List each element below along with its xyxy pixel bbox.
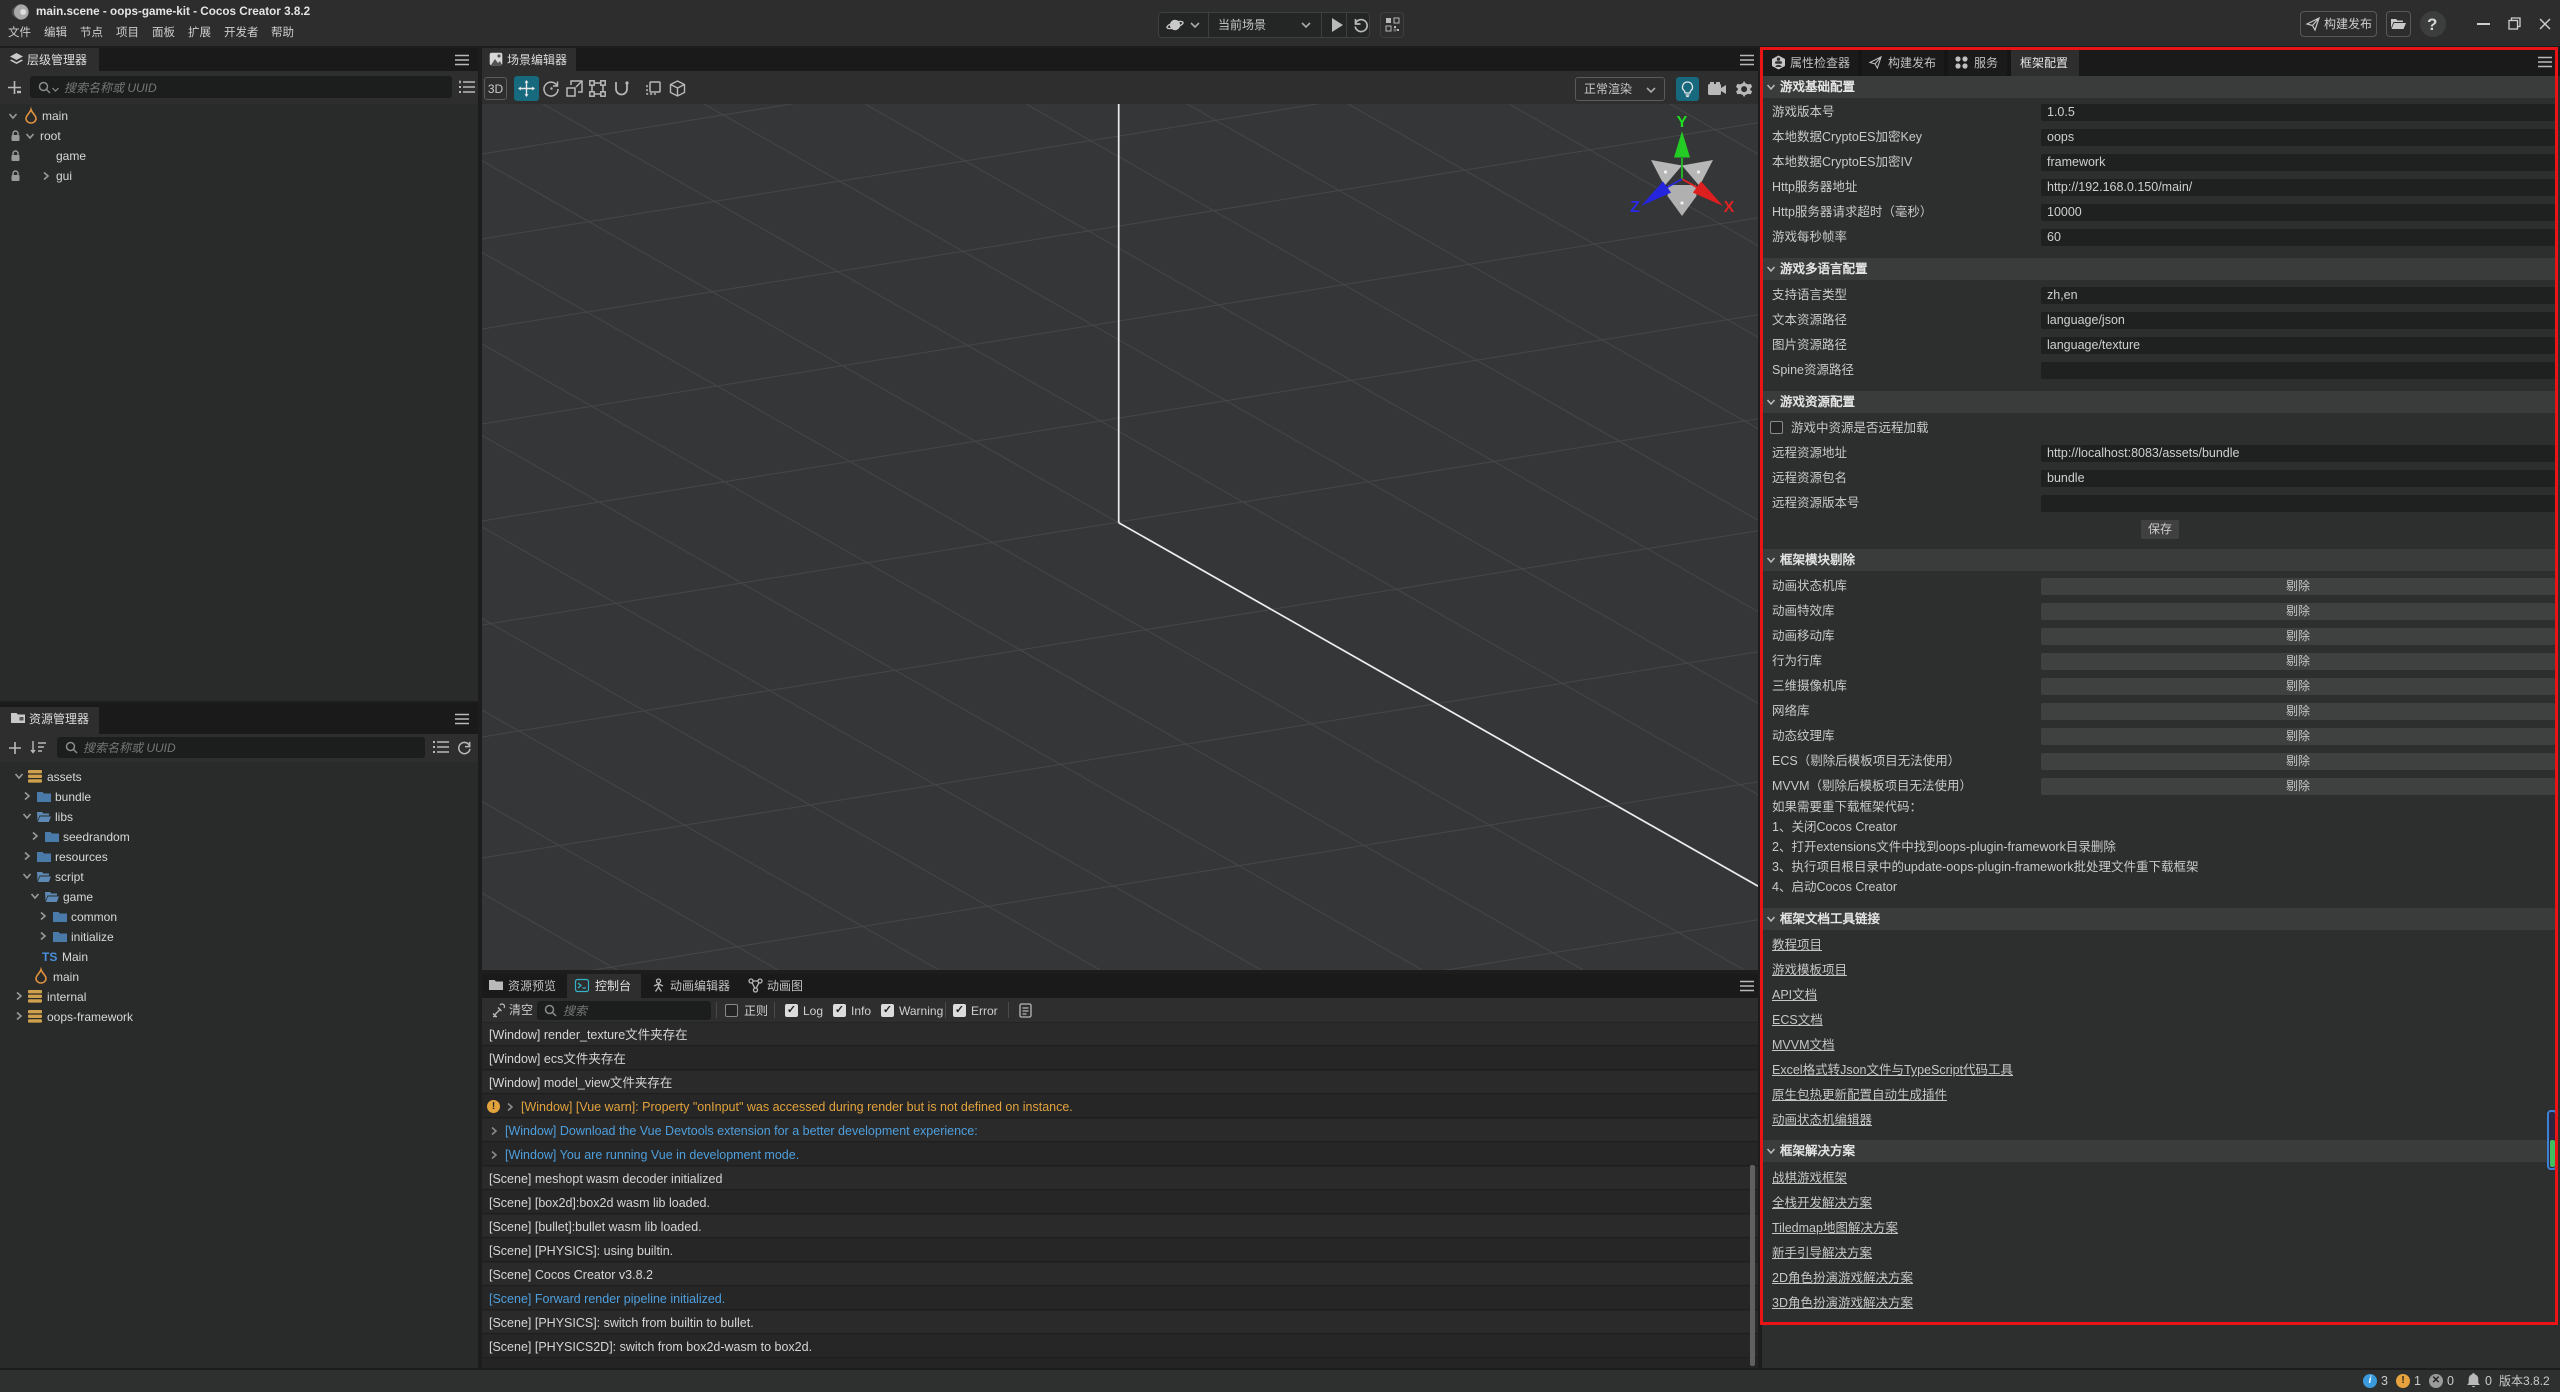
svg-text:Y: Y	[1677, 114, 1688, 131]
svg-text:X: X	[1724, 199, 1735, 216]
svg-text:Z: Z	[1630, 199, 1640, 216]
